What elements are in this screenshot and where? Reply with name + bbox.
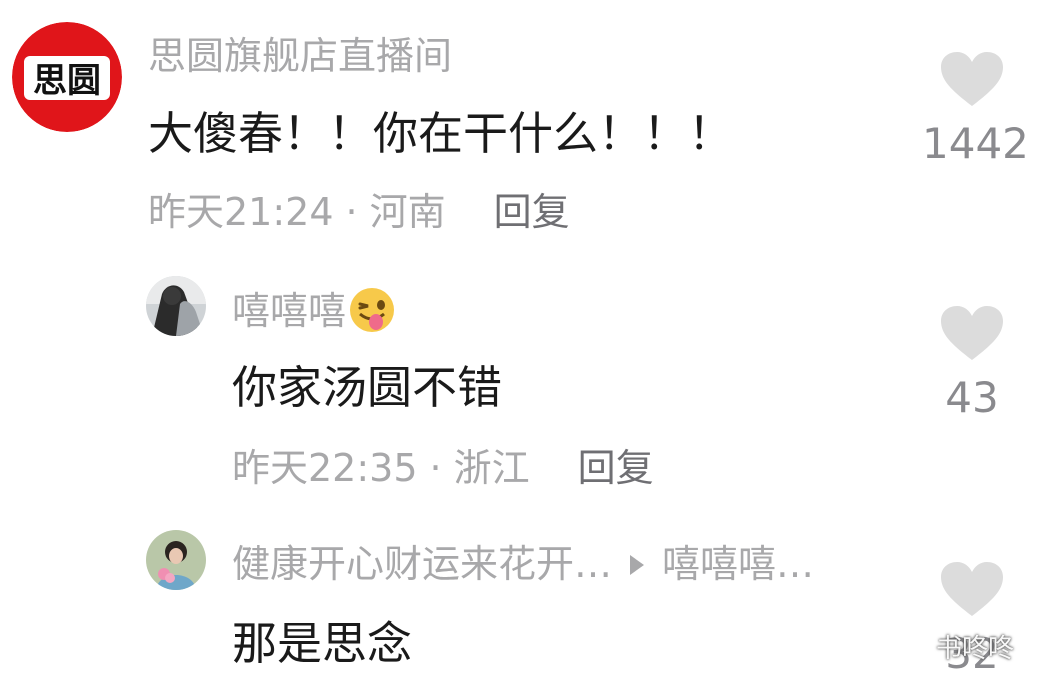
comment-username[interactable]: 思圆旗舰店直播间: [148, 34, 452, 78]
comment-location: 浙江: [453, 446, 530, 490]
comment-item: 思圆 思圆旗舰店直播间 大傻春！！你在干什么！！！ 昨天21:24 · 河南 回复 1…: [0, 0, 1044, 260]
comment-time: 昨天22:35: [232, 446, 418, 490]
comment-time: 昨天21:24: [148, 190, 334, 234]
like-count: 43: [945, 373, 999, 422]
avatar[interactable]: 思圆: [12, 22, 122, 132]
user-photo-avatar: [146, 530, 206, 590]
reply-item: 健康开心财运来花开… 嘻嘻嘻… 那是思念 32: [0, 510, 1044, 696]
like-control[interactable]: 43: [922, 306, 1022, 422]
reply-arrow-icon: [630, 554, 645, 575]
comment-text: 大傻春！！你在干什么！！！: [148, 107, 734, 160]
watermark-text: 书咚咚: [935, 634, 1014, 664]
like-count: 1442: [922, 119, 1029, 168]
heart-icon[interactable]: [941, 306, 1003, 362]
avatar[interactable]: [146, 276, 206, 336]
heart-icon[interactable]: [941, 52, 1003, 108]
winking-tongue-emoji-icon: [350, 288, 395, 332]
comment-text: 那是思念: [232, 617, 413, 670]
comment-text: 你家汤圆不错: [232, 361, 503, 414]
wechat-icon: [895, 635, 930, 663]
meta-separator: ·: [429, 446, 442, 490]
comment-meta: 昨天22:35 · 浙江 回复: [232, 446, 654, 490]
username-text: 健康开心财运来花开…: [232, 542, 613, 586]
comment-username[interactable]: 健康开心财运来花开… 嘻嘻嘻…: [232, 542, 814, 586]
comment-location: 河南: [369, 190, 446, 234]
like-control[interactable]: 1442: [922, 52, 1029, 168]
comment-username[interactable]: 嘻嘻嘻: [232, 286, 396, 334]
avatar[interactable]: [146, 530, 206, 590]
brand-logo-avatar: 思圆: [12, 22, 122, 132]
meta-separator: ·: [345, 190, 358, 234]
heart-icon[interactable]: [941, 562, 1003, 618]
watermark: 书咚咚: [895, 634, 1014, 664]
reply-button[interactable]: 回复: [578, 446, 654, 490]
avatar-logo-text: 思圆: [33, 61, 101, 101]
username-text: 嘻嘻嘻: [232, 289, 347, 333]
reply-to-username[interactable]: 嘻嘻嘻…: [662, 542, 814, 586]
reply-item: 嘻嘻嘻 你家汤圆不错 昨天22:35 · 浙江 回复 43: [0, 260, 1044, 510]
reply-button[interactable]: 回复: [494, 190, 570, 234]
user-photo-avatar: [146, 276, 206, 336]
comment-meta: 昨天21:24 · 河南 回复: [148, 190, 570, 234]
